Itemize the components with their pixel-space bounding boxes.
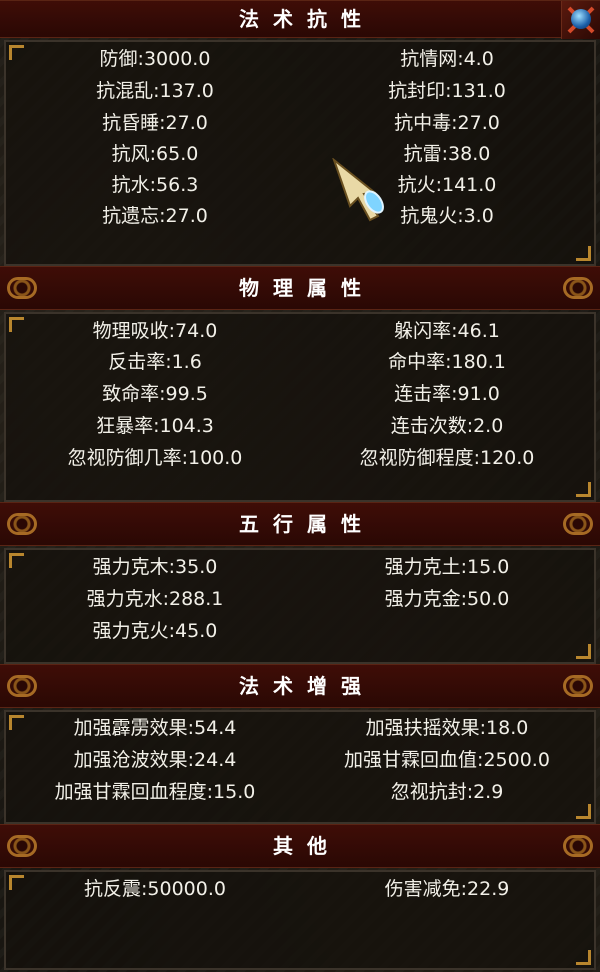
stat-resist-thunder: 抗雷:38.0: [403, 143, 491, 165]
stat-resist-ghostfire: 抗鬼火:3.0: [400, 205, 494, 227]
corner-ornament-icon: [9, 317, 24, 332]
stat-boost-rain-heal-degree: 加强甘霖回血程度:15.0: [54, 781, 256, 803]
corner-ornament-icon: [576, 804, 591, 819]
corner-ornament-icon: [9, 715, 24, 730]
section-header-magic-resist: 法术抗性: [0, 0, 600, 39]
section-title: 物理属性: [239, 276, 375, 300]
stat-resist-water: 抗水:56.3: [111, 174, 199, 196]
scroll-ornament-icon: [4, 665, 40, 707]
stat-strong-vs-wood: 强力克木:35.0: [92, 556, 218, 578]
stat-boost-whirlwind-effect: 加强扶摇效果:18.0: [365, 717, 529, 739]
scroll-ornament-icon: [560, 267, 596, 309]
corner-ornament-icon: [576, 482, 591, 497]
arrow-cursor-icon: [332, 158, 384, 222]
section-header-magic-boost: 法术增强: [0, 664, 600, 708]
stat-combo-rate: 连击率:91.0: [394, 383, 500, 405]
corner-ornament-icon: [576, 246, 591, 261]
stat-boost-rain-heal-value: 加强甘霖回血值:2500.0: [344, 749, 550, 771]
stat-ignore-defense-degree: 忽视防御程度:120.0: [359, 447, 535, 469]
stat-combo-count: 连击次数:2.0: [390, 415, 504, 437]
stat-crit-rate: 致命率:99.5: [102, 383, 208, 405]
section-title: 法术抗性: [239, 7, 375, 31]
section-header-physical: 物理属性: [0, 266, 600, 310]
scroll-ornament-icon: [4, 267, 40, 309]
stat-resist-reflect: 抗反震:50000.0: [84, 878, 226, 900]
stat-resist-fire: 抗火:141.0: [397, 174, 497, 196]
corner-ornament-icon: [9, 875, 24, 890]
corner-ornament-icon: [576, 950, 591, 965]
scroll-ornament-icon: [560, 825, 596, 867]
scroll-ornament-icon: [4, 503, 40, 545]
section-title: 五行属性: [239, 512, 375, 536]
skill-icon[interactable]: [561, 1, 600, 39]
scroll-ornament-icon: [560, 503, 596, 545]
stat-resist-seal: 抗封印:131.0: [388, 80, 506, 102]
corner-ornament-icon: [9, 45, 24, 60]
section-header-other: 其他: [0, 824, 600, 868]
stat-counter-rate: 反击率:1.6: [108, 351, 202, 373]
stat-berserk-rate: 狂暴率:104.3: [96, 415, 214, 437]
stat-damage-reduction: 伤害减免:22.9: [384, 878, 510, 900]
stat-resist-sleep: 抗昏睡:27.0: [102, 112, 208, 134]
stat-hit-rate: 命中率:180.1: [388, 351, 506, 373]
scroll-ornament-icon: [560, 665, 596, 707]
stat-resist-forget: 抗遗忘:27.0: [102, 205, 208, 227]
stat-resist-chaos: 抗混乱:137.0: [96, 80, 214, 102]
stat-dodge-rate: 躲闪率:46.1: [394, 320, 500, 342]
stat-boost-wave-effect: 加强沧波效果:24.4: [73, 749, 237, 771]
scroll-ornament-icon: [4, 825, 40, 867]
stat-ignore-seal-resist: 忽视抗封:2.9: [390, 781, 504, 803]
stat-strong-vs-earth: 强力克土:15.0: [384, 556, 510, 578]
stat-strong-vs-fire: 强力克火:45.0: [92, 620, 218, 642]
stat-strong-vs-metal: 强力克金:50.0: [384, 588, 510, 610]
section-title: 其他: [273, 834, 341, 858]
stat-strong-vs-water: 强力克水:288.1: [86, 588, 224, 610]
stat-boost-thunder-effect: 加强霹雳效果:54.4: [73, 717, 237, 739]
stat-resist-wind: 抗风:65.0: [111, 143, 199, 165]
corner-ornament-icon: [576, 644, 591, 659]
section-title: 法术增强: [239, 674, 375, 698]
stat-ignore-defense-chance: 忽视防御几率:100.0: [67, 447, 243, 469]
stat-physical-absorb: 物理吸收:74.0: [92, 320, 218, 342]
stat-resist-poison: 抗中毒:27.0: [394, 112, 500, 134]
section-panel-magic-resist: [4, 40, 596, 266]
section-header-elements: 五行属性: [0, 502, 600, 546]
stat-resist-love-net: 抗情网:4.0: [400, 48, 494, 70]
stat-defense: 防御:3000.0: [99, 48, 211, 70]
corner-ornament-icon: [9, 553, 24, 568]
